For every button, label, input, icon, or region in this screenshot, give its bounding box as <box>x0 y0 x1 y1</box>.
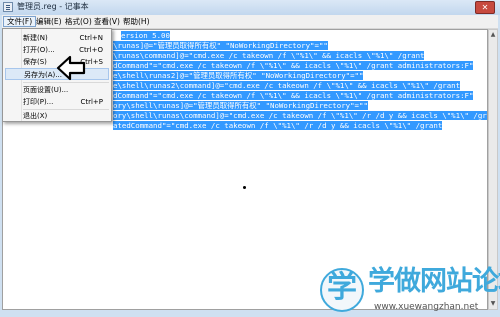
watermark-logo-glyph: 学 <box>327 270 357 305</box>
editor-line: e\shell\runas2\command]@="cmd.exe /c tak… <box>113 81 461 90</box>
menu-separator <box>23 82 109 83</box>
menu-file[interactable]: 文件(F) <box>3 16 37 27</box>
editor-line: dCommand"="cmd.exe /c takeown /f \"%1\" … <box>113 61 474 70</box>
watermark-url: www.xuewangzhan.net <box>374 302 479 312</box>
editor-line: \runas]@="管理员取得所有权" "NoWorkingDirectory"… <box>113 41 328 50</box>
editor-line: ersion 5.00 <box>121 31 170 40</box>
menu-item-print[interactable]: 打印(P)... Ctrl+P <box>5 96 109 108</box>
menu-help[interactable]: 帮助(H) <box>120 16 153 27</box>
menu-format[interactable]: 格式(O) <box>62 16 95 27</box>
editor-line: e\shell\runas2]@="管理员取得所有权" "NoWorkingDi… <box>113 71 364 80</box>
menu-item-page-setup[interactable]: 页面设置(U)... <box>5 84 109 96</box>
pointer-arrow-icon <box>56 55 86 81</box>
editor-line: ory\shell\runas]@="管理员取得所有权" "NoWorkingD… <box>113 101 368 110</box>
watermark: 学 学做网站论坛 www.xuewangzhan.net <box>320 264 500 317</box>
notepad-app-icon[interactable] <box>3 2 13 12</box>
cursor-dot <box>243 186 246 189</box>
menu-view[interactable]: 查看(V) <box>91 16 123 27</box>
watermark-text: 学做网站论坛 <box>368 266 500 297</box>
notepad-window: 管理员.reg - 记事本 ✕ 文件(F) 编辑(E) 格式(O) 查看(V) … <box>0 0 500 317</box>
menu-bar: 文件(F) 编辑(E) 格式(O) 查看(V) 帮助(H) <box>2 15 498 29</box>
window-title: 管理员.reg - 记事本 <box>17 2 89 11</box>
editor-line: \runas\command]@="cmd.exe /c takeown /f … <box>113 51 425 60</box>
scroll-up-icon[interactable]: ▲ <box>490 31 496 39</box>
editor-line: dCommand"="cmd.exe /c takeown /f \"%1\" … <box>113 91 474 100</box>
menu-item-new[interactable]: 新建(N) Ctrl+N <box>5 32 109 44</box>
editor-line: atedCommand"="cmd.exe /c takeown /f \"%1… <box>113 121 443 130</box>
title-bar[interactable]: 管理员.reg - 记事本 ✕ <box>0 0 500 15</box>
editor-line: ory\shell\runas\command]@="cmd.exe /c ta… <box>113 111 487 121</box>
close-icon[interactable]: ✕ <box>475 1 495 14</box>
menu-item-exit[interactable]: 退出(X) <box>5 110 109 122</box>
menu-edit[interactable]: 编辑(E) <box>33 16 65 27</box>
